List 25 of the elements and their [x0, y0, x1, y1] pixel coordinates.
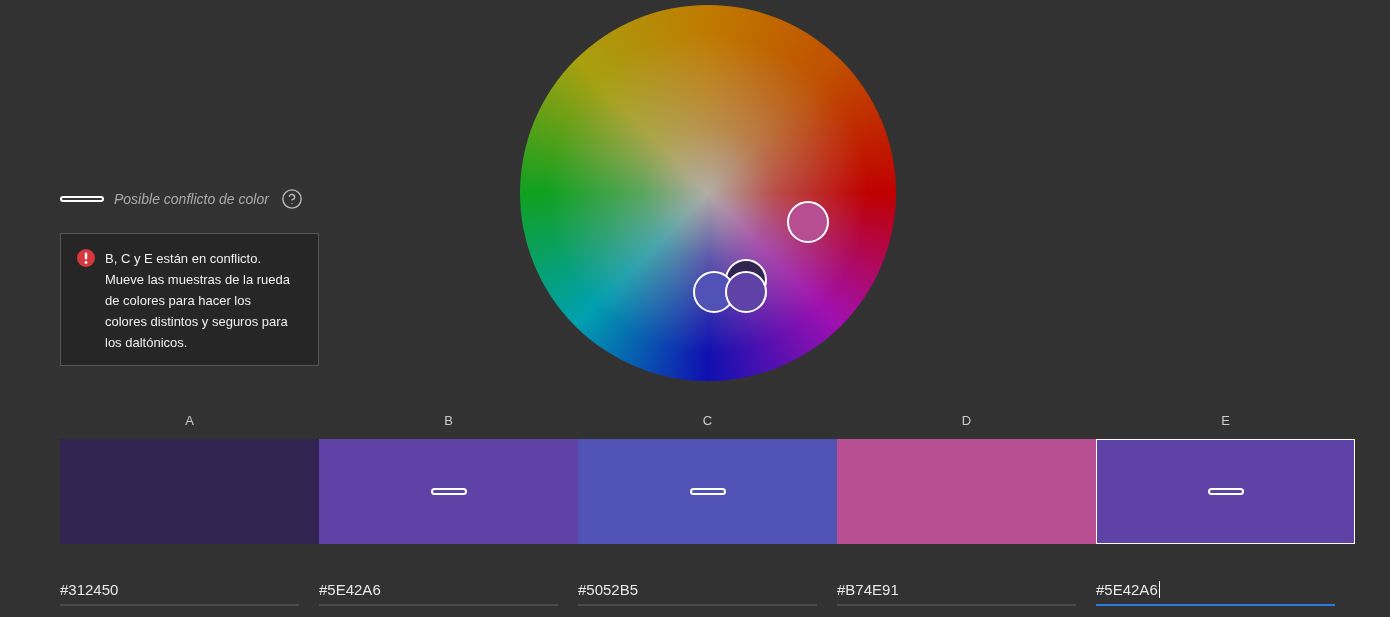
legend-label: Posible conflicto de color: [114, 189, 269, 209]
conflict-icon: [430, 488, 467, 495]
color-swatch[interactable]: [319, 439, 578, 544]
conflict-icon: [1207, 488, 1244, 495]
conflict-icon: [689, 488, 726, 495]
hex-field[interactable]: #5E42A6: [319, 578, 558, 606]
help-icon[interactable]: [280, 188, 303, 210]
swatch-label: B: [444, 412, 453, 430]
hex-field[interactable]: #B74E91: [837, 578, 1076, 606]
hex-field[interactable]: #5E42A6: [1096, 578, 1335, 606]
color-swatch[interactable]: [60, 439, 319, 544]
swatch-label: C: [702, 412, 713, 430]
conflict-icon: [60, 196, 104, 202]
hex-field[interactable]: #312450: [60, 578, 299, 606]
hex-field[interactable]: #5052B5: [578, 578, 817, 606]
color-swatch[interactable]: [1096, 439, 1355, 544]
swatch-label: A: [185, 412, 194, 430]
color-swatch[interactable]: [578, 439, 837, 544]
error-icon: [77, 249, 95, 267]
alert-message: B, C y E están en conflicto. Mueve las muestras de la rueda de colores para hacer los colores distintos y seguros para los daltónicos.: [105, 250, 291, 352]
color-marker[interactable]: [787, 201, 829, 243]
color-marker[interactable]: [725, 271, 767, 313]
color-swatch[interactable]: [837, 439, 1096, 544]
swatch-label: D: [961, 412, 972, 430]
swatch-label: E: [1221, 412, 1230, 430]
